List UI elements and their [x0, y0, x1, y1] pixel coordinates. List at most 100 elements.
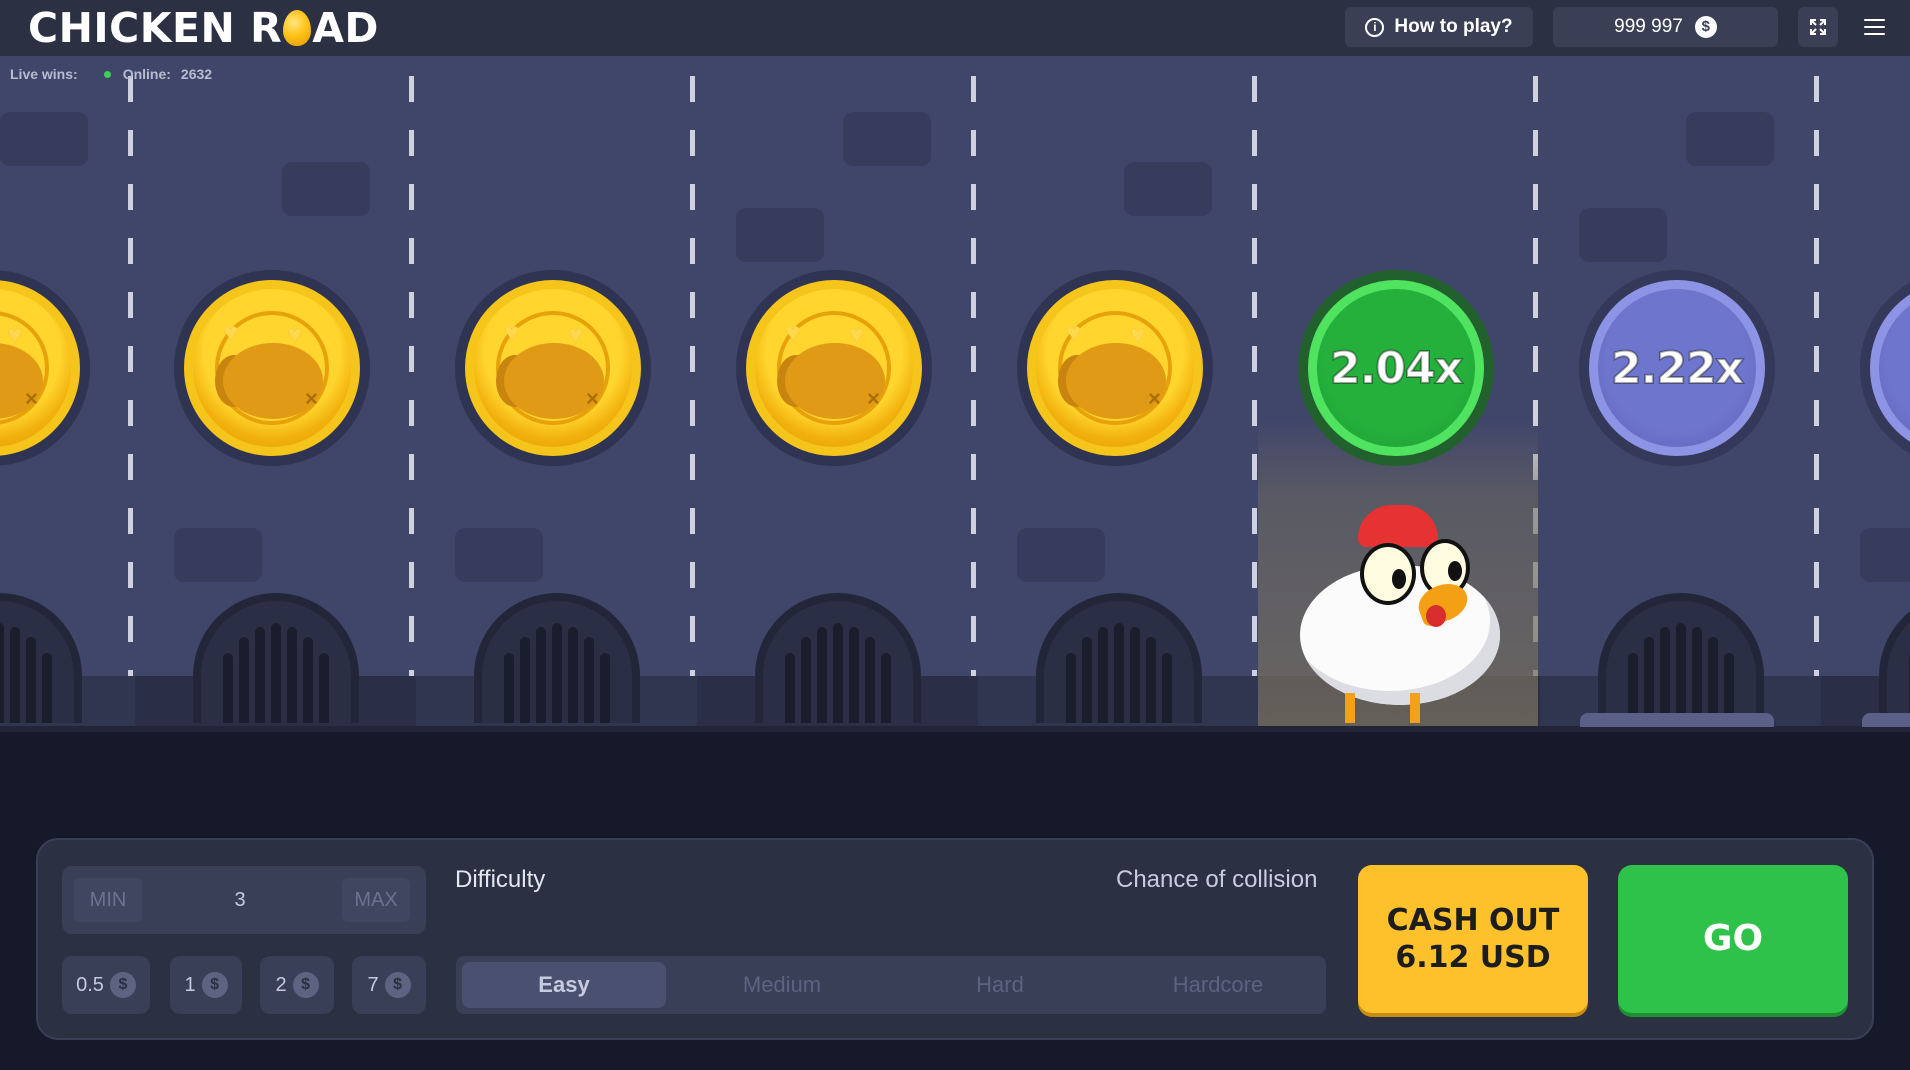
grate-bar — [271, 623, 281, 723]
lane-divider — [1814, 76, 1819, 686]
roast-chicken-icon: ♥ ♥ × — [0, 280, 80, 456]
road-tile — [282, 162, 370, 216]
grate-bar — [520, 637, 530, 723]
grate-bar — [865, 637, 875, 723]
grate-bar — [1676, 623, 1686, 723]
quick-bet-chip[interactable]: 1 $ — [170, 956, 242, 1014]
grate-bar — [1660, 627, 1670, 723]
online-label: Online: — [122, 66, 171, 82]
grate-bar — [849, 627, 859, 723]
menu-button[interactable] — [1854, 7, 1894, 47]
current-multiplier-coin: 2.04x — [1298, 270, 1494, 466]
min-bet-button[interactable]: MIN — [74, 878, 142, 922]
collision-chance-label: Chance of collision — [1116, 866, 1318, 893]
road-tile — [0, 112, 88, 166]
grate-bar — [504, 653, 514, 723]
chicken-comb — [1358, 505, 1438, 547]
collected-coin: ♥ ♥ × — [736, 270, 932, 466]
heart-icon: ♥ — [785, 317, 801, 347]
x-icon: × — [586, 386, 599, 411]
difficulty-hard[interactable]: Hard — [898, 962, 1102, 1008]
chip-value: 1 — [184, 973, 196, 996]
x-icon: × — [867, 386, 880, 411]
fullscreen-button[interactable] — [1798, 7, 1838, 47]
lane-divider — [690, 76, 695, 686]
lane-divider — [1252, 76, 1257, 686]
grate-bar — [1114, 623, 1124, 723]
cash-out-button[interactable]: CASH OUT 6.12 USD — [1358, 865, 1588, 1013]
grate-bar — [1082, 637, 1092, 723]
grate-bar — [255, 627, 265, 723]
difficulty-easy[interactable]: Easy — [462, 962, 666, 1008]
next-multiplier-coin[interactable]: 2.22x — [1579, 270, 1775, 466]
current-multiplier: 2.04x — [1329, 342, 1464, 395]
pupil — [1392, 569, 1406, 589]
roast-chicken-icon: ♥ ♥ × — [1027, 280, 1203, 456]
road-tile — [1579, 208, 1667, 262]
online-count: 2632 — [180, 66, 213, 82]
coin-face: 2.22x — [1589, 280, 1765, 456]
grate-bar — [1098, 627, 1108, 723]
grate-bar — [1644, 637, 1654, 723]
x-icon: × — [1148, 386, 1161, 411]
cash-out-label: CASH OUT — [1386, 903, 1560, 938]
grate-bar — [584, 637, 594, 723]
egg-icon — [283, 10, 312, 46]
road-tile — [736, 208, 824, 262]
logo: CHICKEN R AD — [28, 6, 379, 50]
grate-bar — [26, 637, 36, 723]
collected-coin: ♥ ♥ × — [455, 270, 651, 466]
online-status-icon — [103, 70, 111, 78]
difficulty-medium[interactable]: Medium — [680, 962, 884, 1008]
x-icon: × — [25, 386, 38, 411]
quick-bet-chip[interactable]: 2 $ — [260, 956, 334, 1014]
dollar-icon: $ — [292, 972, 319, 998]
heart-icon: ♥ — [504, 317, 520, 347]
balance-value: 999 997 — [1614, 16, 1683, 37]
next-multiplier: 2.22x — [1610, 342, 1745, 395]
how-to-play-button[interactable]: i How to play? — [1345, 7, 1533, 47]
chicken-wattle — [1426, 605, 1446, 627]
grate-bar — [552, 623, 562, 723]
road-tile — [1017, 528, 1105, 582]
grate-bar — [223, 653, 233, 723]
dollar-icon: $ — [109, 972, 136, 998]
pupil — [1448, 561, 1462, 581]
coin-face: 2.04x — [1308, 280, 1484, 456]
grate-bar — [785, 653, 795, 723]
live-wins-label: Live wins: — [10, 66, 78, 82]
collected-coin: ♥ ♥ × — [174, 270, 370, 466]
grate-bar — [568, 627, 578, 723]
grate-bar — [801, 637, 811, 723]
grate-bar — [1066, 653, 1076, 723]
max-bet-button[interactable]: MAX — [342, 878, 410, 922]
game-app: CHICKEN R AD i How to play? 999 997 $ Li… — [0, 0, 1910, 1070]
grate-bar — [1146, 637, 1156, 723]
x-icon: × — [305, 386, 318, 411]
grate-bar — [319, 653, 329, 723]
grate-bar — [600, 653, 610, 723]
logo-text-left: CHICKEN R — [28, 4, 283, 52]
quick-bet-chip[interactable]: 7 $ — [352, 956, 426, 1014]
road-tile — [1860, 528, 1910, 582]
quick-bet-chip[interactable]: 0.5 $ — [62, 956, 150, 1014]
grate-bar — [0, 623, 4, 723]
road-tile — [174, 528, 262, 582]
go-button[interactable]: GO — [1618, 865, 1848, 1013]
grate-bar — [1692, 627, 1702, 723]
grate-bar — [881, 653, 891, 723]
menu-line — [1863, 33, 1885, 35]
chip-value: 7 — [367, 973, 379, 996]
chip-value: 2 — [275, 973, 287, 996]
lane-divider — [128, 76, 133, 686]
how-to-play-label: How to play? — [1394, 16, 1513, 37]
menu-line — [1863, 26, 1885, 28]
lane-barrier — [1862, 713, 1910, 727]
bet-amount-input[interactable]: 3 — [200, 878, 280, 922]
lane-divider — [971, 76, 976, 686]
chicken-eye — [1360, 543, 1416, 605]
difficulty-hardcore[interactable]: Hardcore — [1116, 962, 1320, 1008]
expand-icon — [1810, 19, 1826, 35]
dollar-icon: $ — [201, 972, 228, 998]
heart-icon: ♥ — [1066, 317, 1082, 347]
